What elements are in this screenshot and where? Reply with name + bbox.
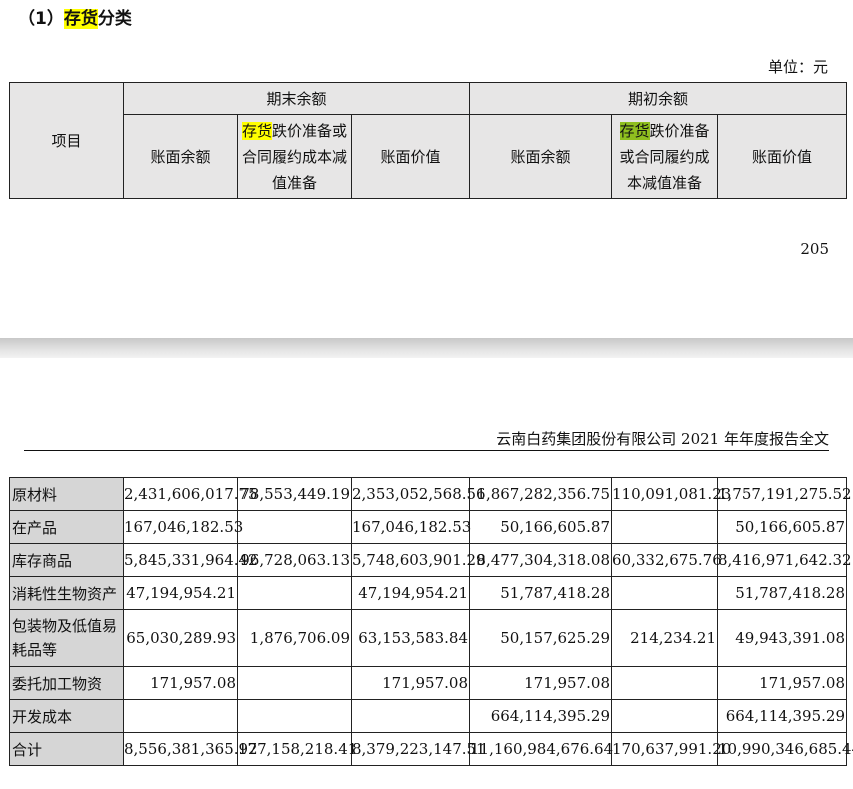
cell: 171,957.08	[351, 666, 470, 700]
cell: 47,194,954.21	[351, 576, 470, 610]
cell: 2,353,052,568.56	[351, 477, 486, 511]
cell	[237, 666, 352, 700]
cell	[351, 699, 470, 733]
header-provision-end: 存货跌价准备或合同履约成本减 值准备	[237, 114, 352, 199]
cell: 171,957.08	[717, 666, 847, 700]
cell: 51,787,418.28	[469, 576, 612, 610]
table-row: 开发成本 664,114,395.29 664,114,395.29	[9, 699, 847, 733]
cell: 8,416,971,642.32	[717, 543, 852, 577]
header-period-begin: 期初余额	[469, 82, 848, 115]
provision-end-line3: 值准备	[271, 173, 317, 192]
cell	[237, 576, 352, 610]
provision-begin-line1: 跌价准备	[649, 121, 710, 140]
cell: 664,114,395.29	[469, 699, 612, 733]
cell: 1,876,706.09	[237, 609, 352, 667]
title-highlight: 存货	[63, 9, 98, 29]
provision-end-line1: 跌价准备或	[272, 121, 348, 140]
row-label: 开发成本	[9, 699, 124, 733]
cell: 50,157,625.29	[469, 609, 612, 667]
title-suffix: 分类	[97, 9, 132, 29]
cell	[611, 666, 718, 700]
cell: 8,556,381,365.92	[123, 732, 258, 766]
header-provision-begin: 存货跌价准备或合同履约成 本减值准备	[611, 114, 719, 199]
title-prefix: （1）	[18, 9, 64, 29]
cell: 1,757,191,275.52	[717, 477, 852, 511]
row-label: 原材料	[9, 477, 124, 511]
header-book-balance-end: 账面余额	[123, 114, 238, 199]
provision-begin-line3: 本减值准备	[627, 173, 703, 192]
cell: 8,477,304,318.08	[469, 543, 612, 577]
provision-end-line2: 合同履约成本减	[241, 147, 347, 166]
cell: 49,943,391.08	[717, 609, 847, 667]
provision-begin-highlight: 存货	[619, 121, 650, 140]
inventory-table: 原材料 2,431,606,017.75 78,553,449.19 2,353…	[9, 477, 853, 766]
header-book-value-begin: 账面价值	[717, 114, 848, 199]
cell: 177,158,218.41	[237, 732, 357, 766]
row-label: 委托加工物资	[9, 666, 124, 700]
cell	[611, 576, 718, 610]
cell	[611, 699, 718, 733]
cell: 96,728,063.13	[237, 543, 352, 577]
cell: 5,845,331,964.42	[123, 543, 258, 577]
cell: 47,194,954.21	[123, 576, 238, 610]
cell: 10,990,346,685.44	[717, 732, 853, 766]
cell	[123, 699, 238, 733]
cell: 167,046,182.53	[123, 510, 243, 544]
cell: 167,046,182.53	[351, 510, 471, 544]
cell: 8,379,223,147.51	[351, 732, 486, 766]
provision-end-highlight: 存货	[241, 121, 272, 140]
cell: 110,091,081.23	[611, 477, 731, 511]
provision-begin-line2: 或合同履约成	[619, 147, 710, 166]
row-label: 在产品	[9, 510, 124, 544]
cell: 2,431,606,017.75	[123, 477, 258, 511]
table-row: 库存商品 5,845,331,964.42 96,728,063.13 5,74…	[9, 543, 852, 577]
row-label: 消耗性生物资产	[9, 576, 124, 610]
cell: 171,957.08	[469, 666, 612, 700]
page-break	[0, 338, 853, 358]
cell: 1,867,282,356.75	[469, 477, 612, 511]
cell	[237, 510, 352, 544]
cell: 78,553,449.19	[237, 477, 352, 511]
table-row: 委托加工物资 171,957.08 171,957.08 171,957.08 …	[9, 666, 847, 700]
table-row: 合计 8,556,381,365.92 177,158,218.41 8,379…	[9, 732, 853, 766]
cell: 50,166,605.87	[717, 510, 847, 544]
cell: 664,114,395.29	[717, 699, 847, 733]
header-table: 项目 期末余额 期初余额 账面余额 存货跌价准备或 合同履约成本减 值准备 账面价值…	[9, 82, 848, 199]
cell: 50,166,605.87	[469, 510, 612, 544]
cell: 65,030,289.93	[123, 609, 238, 667]
cell: 170,637,991.20	[611, 732, 731, 766]
header-period-end: 期末余额	[122, 82, 471, 115]
cell	[237, 699, 352, 733]
header-book-value-end: 账面价值	[350, 114, 471, 199]
report-header: 云南白药集团股份有限公司 2021 年年度报告全文	[496, 430, 829, 448]
cell: 11,160,984,676.64	[469, 732, 613, 766]
cell: 63,153,583.84	[351, 609, 470, 667]
cell: 5,748,603,901.29	[351, 543, 486, 577]
header-item: 项目	[9, 82, 124, 199]
cell: 60,332,675.76	[611, 543, 722, 577]
row-label: 合计	[9, 732, 124, 766]
table-row: 在产品 167,046,182.53 167,046,182.53 50,166…	[9, 510, 847, 544]
row-label: 库存商品	[9, 543, 124, 577]
table-row: 消耗性生物资产 47,194,954.21 47,194,954.21 51,7…	[9, 576, 847, 610]
row-label: 包装物及低值易耗品等	[9, 609, 124, 667]
header-rule	[24, 450, 829, 451]
cell: 171,957.08	[123, 666, 238, 700]
cell: 214,234.21	[611, 609, 718, 667]
unit-label: 单位：元	[767, 58, 828, 76]
section-title: （1）存货分类	[18, 4, 132, 29]
header-book-balance-begin: 账面余额	[469, 114, 613, 199]
cell	[611, 510, 718, 544]
table-row: 包装物及低值易耗品等 65,030,289.93 1,876,706.09 63…	[9, 609, 847, 667]
table-row: 原材料 2,431,606,017.75 78,553,449.19 2,353…	[9, 477, 852, 511]
cell: 51,787,418.28	[717, 576, 847, 610]
page-number: 205	[800, 240, 829, 258]
